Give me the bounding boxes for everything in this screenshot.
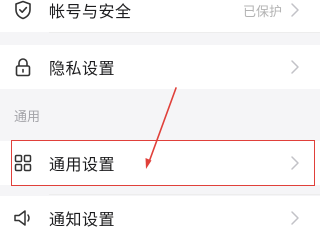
chevron-right-icon [290,155,300,171]
chevron-right-icon [290,210,300,226]
settings-row-label: 通用设置 [49,155,116,174]
settings-row-label: 通知设置 [49,210,116,229]
grid-icon [12,152,34,174]
lock-icon [12,56,34,78]
shield-check-icon [12,0,34,21]
settings-list: 帐号与安全 已保护 隐私设置 通用 通用设置 通知设置 [0,0,320,240]
section-header-general: 通用 [0,91,320,136]
settings-row-account-security[interactable]: 帐号与安全 已保护 [0,0,320,32]
settings-row-privacy[interactable]: 隐私设置 [0,45,320,89]
row-divider [49,32,320,33]
settings-row-notifications[interactable]: 通知设置 [0,196,320,240]
settings-row-general[interactable]: 通用设置 [0,141,320,185]
chevron-right-icon [290,59,300,75]
chevron-right-icon [290,2,300,18]
security-status-value: 已保护 [242,4,282,20]
speaker-icon [12,207,34,229]
row-divider [49,194,320,195]
settings-row-label: 帐号与安全 [49,2,132,21]
settings-row-label: 隐私设置 [49,59,116,78]
section-title: 通用 [14,110,41,125]
